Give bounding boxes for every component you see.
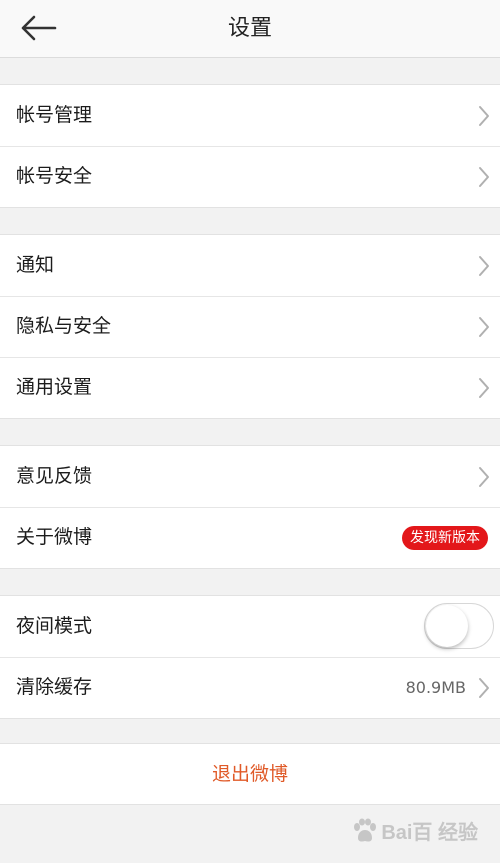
night-mode-toggle[interactable] (424, 603, 494, 649)
toggle-knob (426, 605, 468, 647)
settings-row-clear-cache[interactable]: 清除缓存 80.9MB (0, 657, 500, 718)
account-group: 帐号管理 帐号安全 (0, 84, 500, 208)
chevron-right-icon (479, 678, 489, 698)
settings-row-account-security[interactable]: 帐号安全 (0, 146, 500, 207)
chevron-right-icon (479, 467, 489, 487)
baidu-watermark: Bai百 经验 (351, 816, 478, 845)
chevron-right-icon (479, 317, 489, 337)
settings-row-account-management[interactable]: 帐号管理 (0, 85, 500, 146)
settings-row-feedback[interactable]: 意见反馈 (0, 446, 500, 507)
settings-row-about-weibo[interactable]: 关于微博 发现新版本 (0, 507, 500, 568)
logout-button[interactable]: 退出微博 (0, 744, 500, 804)
settings-row-night-mode: 夜间模式 (0, 596, 500, 657)
chevron-right-icon (479, 167, 489, 187)
chevron-right-icon (479, 378, 489, 398)
row-label: 帐号管理 (16, 104, 93, 126)
chevron-right-icon (479, 256, 489, 276)
row-label: 通知 (16, 254, 55, 276)
row-label: 帐号安全 (16, 165, 93, 187)
general-group: 通知 隐私与安全 通用设置 (0, 234, 500, 419)
settings-row-privacy[interactable]: 隐私与安全 (0, 296, 500, 357)
settings-row-general[interactable]: 通用设置 (0, 357, 500, 418)
row-label: 意见反馈 (16, 465, 93, 487)
row-label: 隐私与安全 (16, 315, 112, 337)
new-version-badge: 发现新版本 (402, 526, 488, 550)
row-label: 通用设置 (16, 376, 93, 398)
paw-icon (354, 818, 377, 842)
top-bar: 设置 (0, 0, 500, 58)
display-storage-group: 夜间模式 清除缓存 80.9MB (0, 595, 500, 719)
row-label: 夜间模式 (16, 615, 93, 637)
watermark-text: Bai百 经验 (381, 822, 478, 844)
page-title: 设置 (227, 16, 272, 41)
row-label: 清除缓存 (16, 676, 93, 698)
chevron-right-icon (479, 106, 489, 126)
cache-size-value: 80.9MB (405, 678, 466, 697)
settings-row-notifications[interactable]: 通知 (0, 235, 500, 296)
row-label: 关于微博 (16, 526, 93, 548)
logout-group: 退出微博 (0, 743, 500, 805)
about-group: 意见反馈 关于微博 发现新版本 (0, 445, 500, 569)
